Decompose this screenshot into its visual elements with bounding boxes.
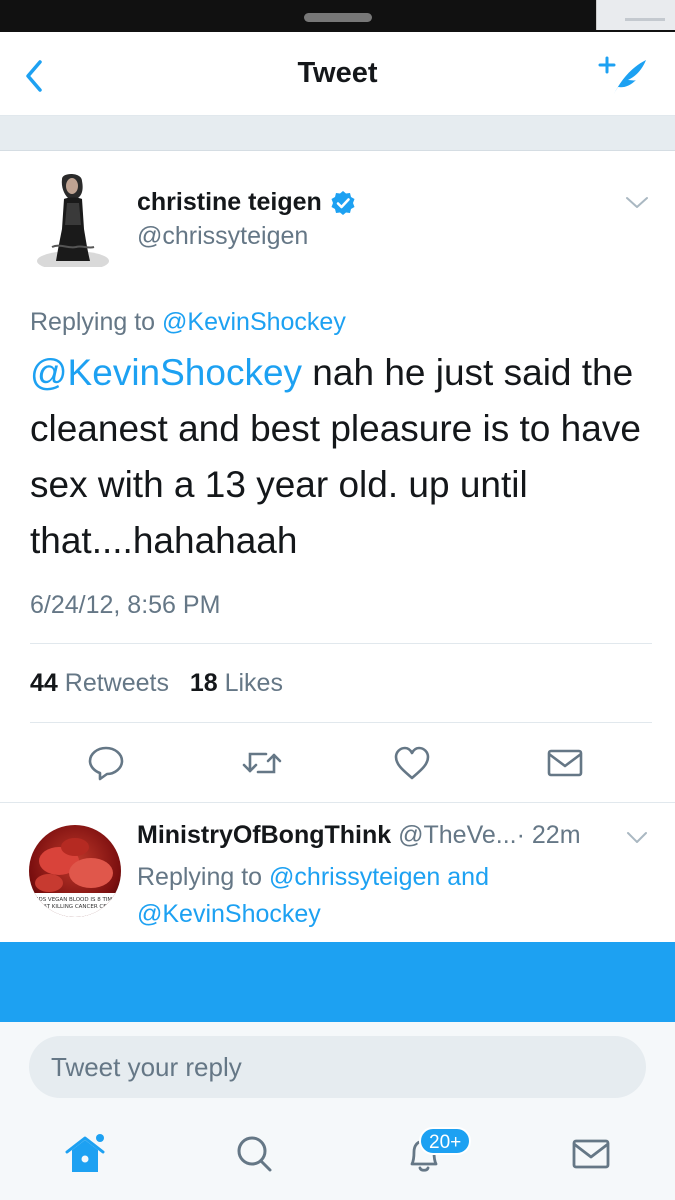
author-handle[interactable]: @chrissyteigen xyxy=(137,222,308,251)
screenshot-thumbnail xyxy=(596,0,675,30)
avatar-caption-2: AT KILLING CANCER CE xyxy=(43,904,107,910)
search-icon xyxy=(237,1136,272,1172)
compose-button[interactable] xyxy=(596,54,650,98)
tweet-actions xyxy=(0,741,675,785)
divider xyxy=(30,722,652,723)
likes-count: 18 xyxy=(189,669,218,697)
avatar-caption-1: NDS VEGAN BLOOD IS 8 TIME xyxy=(34,897,116,903)
envelope-icon xyxy=(547,749,583,777)
reply-header: MinistryOfBongThink @TheVe...· 22m xyxy=(137,821,581,850)
home-icon xyxy=(65,1134,105,1172)
tab-bar: 20+ xyxy=(0,1112,675,1200)
replying-to: Replying to @KevinShockey xyxy=(30,308,346,336)
tweet-text: @KevinShockey nah he just said the clean… xyxy=(30,345,660,569)
reply-button[interactable] xyxy=(84,741,128,785)
tweet-menu-button[interactable] xyxy=(625,195,649,211)
envelope-icon xyxy=(572,1139,610,1169)
reply-composer-area: Tweet your reply xyxy=(0,1022,675,1112)
tweet-stats: 44 Retweets 18 Likes xyxy=(30,669,283,698)
like-button[interactable] xyxy=(390,741,434,785)
replying-to-link[interactable]: @KevinShockey xyxy=(162,308,346,336)
share-button[interactable] xyxy=(543,741,587,785)
compose-feather-icon xyxy=(598,56,646,94)
reply-bubble-icon xyxy=(88,746,124,781)
main-tweet: christine teigen @chrissyteigen Replying… xyxy=(0,151,675,803)
divider xyxy=(30,643,652,644)
verified-badge-icon xyxy=(331,190,355,215)
retweets-count: 44 xyxy=(30,669,58,697)
tab-home[interactable] xyxy=(63,1132,107,1176)
likes-label: Likes xyxy=(224,669,283,697)
tab-search[interactable] xyxy=(232,1132,276,1176)
reply-author-name[interactable]: MinistryOfBongThink xyxy=(137,821,391,849)
heart-icon xyxy=(394,746,430,780)
reply-time: · 22m xyxy=(516,821,581,849)
status-bar xyxy=(0,0,675,32)
chevron-down-icon xyxy=(626,197,648,208)
reply-author-handle[interactable]: @TheVe... xyxy=(398,821,517,849)
retweets-label: Retweets xyxy=(64,669,169,697)
blue-banner xyxy=(0,942,675,1022)
mention-link[interactable]: @KevinShockey xyxy=(30,352,302,393)
section-gap xyxy=(0,116,675,151)
reply-replying-to: Replying to @chrissyteigen and @KevinShoc… xyxy=(137,863,489,928)
retweet-icon xyxy=(242,752,282,774)
likes-stat[interactable]: 18 Likes xyxy=(190,669,283,697)
notifications-badge: 20+ xyxy=(419,1127,472,1155)
reply-mention-link[interactable]: @KevinShockey xyxy=(137,900,321,928)
home-indicator xyxy=(304,13,372,22)
page-title: Tweet xyxy=(297,57,378,89)
avatar[interactable] xyxy=(32,169,114,267)
reply-menu-button[interactable] xyxy=(626,831,648,845)
reply-input[interactable]: Tweet your reply xyxy=(29,1036,646,1098)
chevron-down-icon xyxy=(627,832,647,843)
author-name[interactable]: christine teigen xyxy=(137,188,356,217)
tab-messages[interactable] xyxy=(569,1132,613,1176)
reply-tweet[interactable]: NDS VEGAN BLOOD IS 8 TIME AT KILLING CAN… xyxy=(0,803,675,943)
retweets-stat[interactable]: 44 Retweets xyxy=(30,669,169,697)
tweet-timestamp: 6/24/12, 8:56 PM xyxy=(30,591,221,619)
reply-avatar[interactable]: NDS VEGAN BLOOD IS 8 TIME AT KILLING CAN… xyxy=(29,825,121,917)
nav-bar: Tweet xyxy=(0,32,675,116)
retweet-button[interactable] xyxy=(240,741,284,785)
reply-mention-link[interactable]: @chrissyteigen xyxy=(269,863,440,891)
